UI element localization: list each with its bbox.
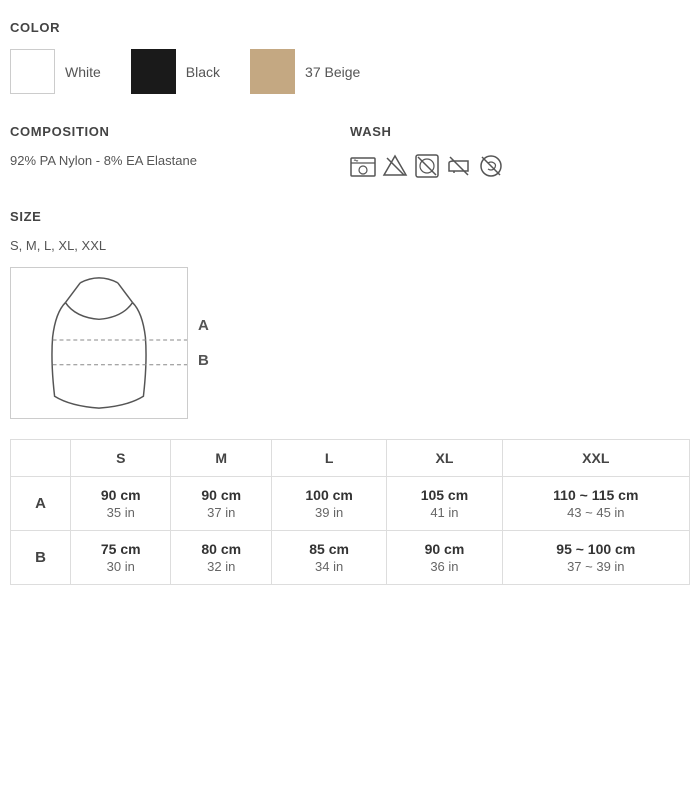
table-cell-a-s: 90 cm35 in (71, 477, 171, 531)
no-dry-clean-icon (478, 153, 504, 179)
wash-section: WASH (350, 124, 690, 179)
table-cell-b-l: 85 cm34 in (271, 531, 386, 585)
table-cell-b-xl: 90 cm36 in (387, 531, 502, 585)
white-label: White (65, 64, 101, 80)
composition-section: COMPOSITION 92% PA Nylon - 8% EA Elastan… (10, 124, 350, 179)
table-header-xl: XL (387, 440, 502, 477)
beige-label: 37 Beige (305, 64, 360, 80)
table-header-m: M (171, 440, 271, 477)
composition-title: COMPOSITION (10, 124, 350, 139)
wash-machine-icon (350, 153, 376, 179)
color-title: COLOR (10, 20, 690, 35)
table-header-l: L (271, 440, 386, 477)
table-cell-b-s: 75 cm30 in (71, 531, 171, 585)
diagram-box (10, 267, 188, 419)
size-title: SIZE (10, 209, 690, 224)
wash-icons (350, 153, 690, 179)
black-swatch[interactable] (131, 49, 176, 94)
table-cell-a-l: 100 cm39 in (271, 477, 386, 531)
no-bleach-icon (382, 153, 408, 179)
size-section: SIZE S, M, L, XL, XXL (10, 209, 690, 585)
table-row-label-b: B (11, 531, 71, 585)
table-header-empty (11, 440, 71, 477)
diagram-wrapper: A B (10, 267, 690, 419)
black-label: Black (186, 64, 220, 80)
table-cell-a-xl: 105 cm41 in (387, 477, 502, 531)
size-table: S M L XL XXL A90 cm35 in90 cm37 in100 cm… (10, 439, 690, 585)
white-swatch[interactable] (10, 49, 55, 94)
wash-title: WASH (350, 124, 690, 139)
diagram-labels: A B (198, 317, 209, 369)
beige-swatch[interactable] (250, 49, 295, 94)
composition-text: 92% PA Nylon - 8% EA Elastane (10, 153, 350, 168)
color-swatches: White Black 37 Beige (10, 49, 690, 94)
table-header-s: S (71, 440, 171, 477)
table-cell-a-m: 90 cm37 in (171, 477, 271, 531)
table-cell-a-xxl: 110 ~ 115 cm43 ~ 45 in (502, 477, 689, 531)
no-iron-icon (446, 153, 472, 179)
color-item-white[interactable]: White (10, 49, 101, 94)
color-item-black[interactable]: Black (131, 49, 220, 94)
no-tumble-icon (414, 153, 440, 179)
label-a: A (198, 317, 209, 334)
color-section: COLOR White Black 37 Beige (10, 20, 690, 94)
table-cell-b-m: 80 cm32 in (171, 531, 271, 585)
table-header-xxl: XXL (502, 440, 689, 477)
comp-wash-row: COMPOSITION 92% PA Nylon - 8% EA Elastan… (10, 124, 690, 179)
table-row-label-a: A (11, 477, 71, 531)
table-cell-b-xxl: 95 ~ 100 cm37 ~ 39 in (502, 531, 689, 585)
size-available: S, M, L, XL, XXL (10, 238, 690, 253)
label-b: B (198, 352, 209, 369)
color-item-beige[interactable]: 37 Beige (250, 49, 360, 94)
